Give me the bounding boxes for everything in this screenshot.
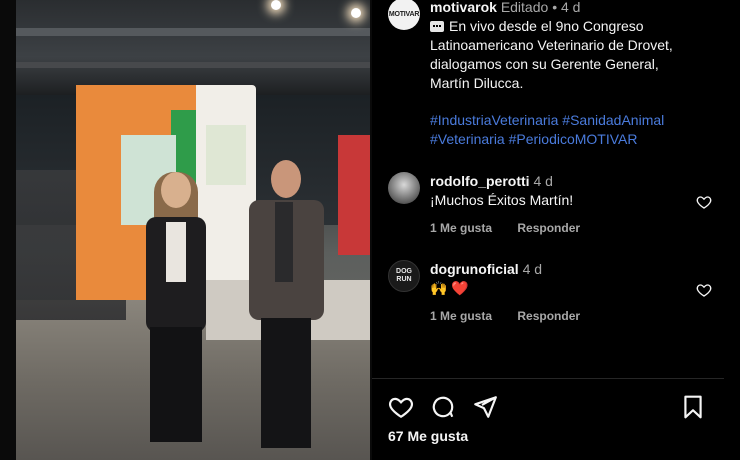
trousers (150, 327, 202, 442)
person-man (241, 160, 331, 455)
comment-likes[interactable]: 1 Me gusta (430, 221, 492, 235)
comment-actions: 1 Me gusta Responder (430, 221, 602, 235)
scrollbar[interactable] (724, 0, 740, 460)
post-time[interactable]: 4 d (561, 0, 580, 15)
commenter-avatar[interactable] (388, 172, 420, 204)
ceiling (16, 0, 370, 95)
share-icon[interactable] (472, 394, 498, 420)
heart-icon[interactable] (696, 194, 712, 210)
hashtags[interactable]: #IndustriaVeterinaria #SanidadAnimal #Ve… (430, 112, 664, 147)
likes-count[interactable]: 67 Me gusta (388, 428, 468, 444)
comment-time[interactable]: 4 d (533, 173, 552, 189)
caption-text: En vivo desde el 9no Congreso Latinoamer… (430, 18, 673, 91)
head (161, 172, 191, 208)
message-icon (430, 21, 444, 32)
post-caption: motivarok Editado • 4 d En vivo desde el… (430, 0, 700, 149)
trousers (261, 318, 311, 448)
person-woman (136, 172, 216, 447)
post-details-pane: MOTIVAR motivarok Editado • 4 d En vivo … (372, 0, 724, 460)
meta-separator: • (552, 0, 558, 15)
red-booth (338, 135, 370, 255)
shirt (275, 202, 293, 282)
comment-actions: 1 Me gusta Responder (430, 309, 602, 323)
video-frame[interactable] (16, 0, 370, 460)
ceiling-light (351, 8, 361, 18)
comment-text: 🙌 ❤️ (430, 280, 469, 296)
comment-icon[interactable] (430, 394, 456, 420)
edited-label: Editado (500, 0, 549, 15)
heart-icon[interactable] (388, 394, 414, 420)
commenter-username[interactable]: rodolfo_perotti (430, 173, 530, 189)
heart-icon[interactable] (696, 282, 712, 298)
comment-body: dogrunoficial 4 d 🙌 ❤️ (430, 260, 670, 298)
ceiling-truss (16, 28, 370, 36)
bookmark-icon[interactable] (680, 394, 706, 420)
comment-time[interactable]: 4 d (523, 261, 542, 277)
reply-button[interactable]: Responder (517, 309, 580, 323)
author-avatar[interactable]: MOTIVAR (388, 0, 420, 30)
comment-text: ¡Muchos Éxitos Martín! (430, 192, 574, 208)
ceiling-light (271, 0, 281, 10)
shirt (166, 222, 186, 282)
divider (372, 378, 724, 379)
ceiling-truss-lower (16, 62, 370, 68)
post-action-bar (388, 394, 718, 420)
post-media[interactable] (0, 0, 372, 460)
commenter-avatar[interactable]: DOG RUN (388, 260, 420, 292)
comment-body: rodolfo_perotti 4 d ¡Muchos Éxitos Martí… (430, 172, 670, 210)
author-username[interactable]: motivarok (430, 0, 497, 15)
comment-likes[interactable]: 1 Me gusta (430, 309, 492, 323)
head (271, 160, 301, 198)
author-avatar-text: MOTIVAR (388, 10, 420, 18)
commenter-avatar-text: DOG RUN (396, 268, 412, 283)
commenter-username[interactable]: dogrunoficial (430, 261, 519, 277)
reply-button[interactable]: Responder (517, 221, 580, 235)
